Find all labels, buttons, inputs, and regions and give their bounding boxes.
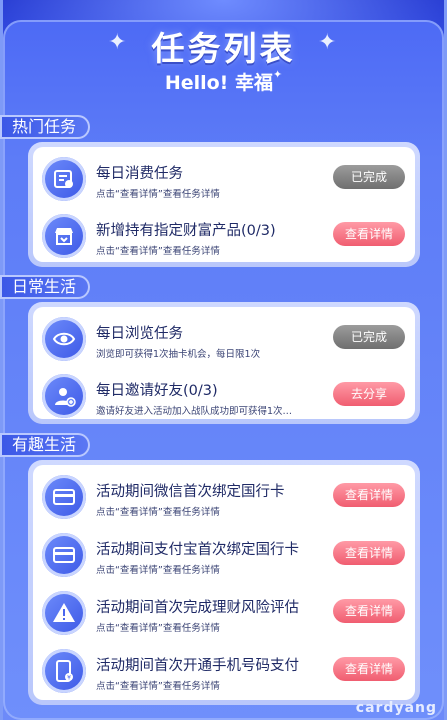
- task-desc: 点击“查看详情”查看任务详情: [96, 246, 220, 257]
- task-row: ¥ 活动期间首次开通手机号码支付 点击“查看详情”查看任务详情 查看详情: [33, 641, 415, 697]
- task-title: 活动期间微信首次绑定国行卡: [96, 484, 285, 500]
- task-desc: 点击“查看详情”查看任务详情: [96, 507, 220, 518]
- task-row: 活动期间微信首次绑定国行卡 点击“查看详情”查看任务详情 查看详情: [33, 467, 415, 523]
- task-title: 每日浏览任务: [96, 326, 183, 342]
- task-title: 活动期间支付宝首次绑定国行卡: [96, 542, 299, 558]
- task-desc: 点击“查看详情”查看任务详情: [96, 681, 220, 692]
- task-title: 活动期间首次开通手机号码支付: [96, 658, 299, 674]
- task-title: 新增持有指定财富产品(0/3): [96, 223, 276, 239]
- watermark: cardyang: [355, 700, 437, 716]
- task-row: 活动期间首次完成理财风险评估 点击“查看详情”查看任务详情 查看详情: [33, 583, 415, 639]
- section-label-hot: 热门任务: [0, 115, 91, 139]
- section-label-fun: 有趣生活: [0, 433, 91, 457]
- view-details-button[interactable]: 查看详情: [333, 599, 405, 623]
- task-desc: 点击“查看详情”查看任务详情: [96, 189, 220, 200]
- task-row: 每日邀请好友(0/3) 邀请好友进入活动加入战队成功即可获得1次… 去分享: [33, 366, 415, 422]
- view-details-button[interactable]: 查看详情: [333, 483, 405, 507]
- daily-tasks-card: 每日浏览任务 浏览即可获得1次抽卡机会，每日限1次 已完成 每日邀请好友(0/3…: [28, 302, 420, 424]
- eye-icon: [42, 317, 86, 361]
- task-desc: 点击“查看详情”查看任务详情: [96, 623, 220, 634]
- view-details-button[interactable]: 查看详情: [333, 657, 405, 681]
- warning-icon: [42, 591, 86, 635]
- section-label-daily: 日常生活: [0, 275, 91, 299]
- completed-button[interactable]: 已完成: [333, 325, 405, 349]
- task-row: 活动期间支付宝首次绑定国行卡 点击“查看详情”查看任务详情 查看详情: [33, 525, 415, 581]
- task-desc: 浏览即可获得1次抽卡机会，每日限1次: [96, 349, 261, 360]
- share-button[interactable]: 去分享: [333, 382, 405, 406]
- page-subtitle: Hello! 幸福✦: [0, 68, 447, 95]
- card-icon: [42, 475, 86, 519]
- view-details-button[interactable]: 查看详情: [333, 541, 405, 565]
- page-title: 任务列表: [151, 29, 296, 68]
- task-desc: 邀请好友进入活动加入战队成功即可获得1次…: [96, 406, 293, 417]
- fun-tasks-card: 活动期间微信首次绑定国行卡 点击“查看详情”查看任务详情 查看详情 活动期间支付…: [28, 460, 420, 705]
- subtitle-text: Hello! 幸福: [164, 72, 273, 94]
- task-row: 新增持有指定财富产品(0/3) 点击“查看详情”查看任务详情 查看详情: [33, 206, 415, 262]
- svg-text:¥: ¥: [67, 675, 71, 682]
- bill-icon: [42, 157, 86, 201]
- phone-icon: ¥: [42, 649, 86, 693]
- task-row: 每日消费任务 点击“查看详情”查看任务详情 已完成: [33, 149, 415, 205]
- subtitle-sparkle-icon: ✦: [272, 68, 283, 81]
- shop-icon: [42, 214, 86, 258]
- task-title: 活动期间首次完成理财风险评估: [96, 600, 299, 616]
- card-icon: [42, 533, 86, 577]
- user-add-icon: [42, 374, 86, 418]
- view-details-button[interactable]: 查看详情: [333, 222, 405, 246]
- task-title: 每日邀请好友(0/3): [96, 383, 218, 399]
- task-row: 每日浏览任务 浏览即可获得1次抽卡机会，每日限1次 已完成: [33, 309, 415, 365]
- hot-tasks-card: 每日消费任务 点击“查看详情”查看任务详情 已完成 新增持有指定财富产品(0/3…: [28, 142, 420, 267]
- task-desc: 点击“查看详情”查看任务详情: [96, 565, 220, 576]
- task-title: 每日消费任务: [96, 166, 183, 182]
- completed-button[interactable]: 已完成: [333, 165, 405, 189]
